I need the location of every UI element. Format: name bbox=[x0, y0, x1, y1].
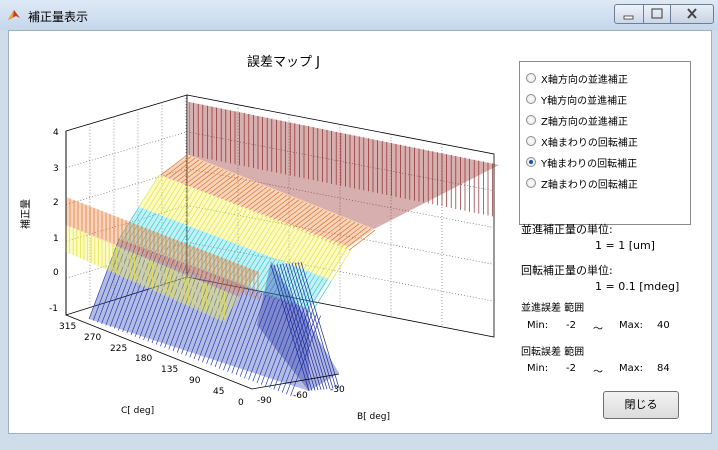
maximize-button[interactable] bbox=[643, 4, 671, 24]
radio-x-rotation[interactable]: X軸まわりの回転補正 bbox=[526, 131, 638, 151]
rotation-unit-label: 回転補正量の単位: bbox=[521, 264, 613, 277]
rotation-unit-value: 1 = 0.1 [mdeg] bbox=[595, 280, 680, 293]
client-area: 誤差マップ J 4 3 2 1 0 -1 補正量 315 270 225 180… bbox=[8, 30, 712, 434]
z-tick-4: 4 bbox=[53, 128, 59, 138]
z-axis-label: 補正量 bbox=[19, 199, 32, 229]
c-axis-label: C[ deg] bbox=[121, 406, 154, 416]
radio-label: Z軸方向の並進補正 bbox=[541, 116, 628, 128]
minimize-button[interactable] bbox=[614, 4, 644, 24]
radio-y-translation[interactable]: Y軸方向の並進補正 bbox=[526, 89, 627, 109]
c-tick-270: 270 bbox=[84, 333, 101, 343]
rotation-min-label: Min: bbox=[527, 363, 549, 374]
surface-plot: 4 3 2 1 0 -1 補正量 315 270 225 180 135 90 … bbox=[19, 94, 499, 422]
maximize-icon bbox=[651, 8, 663, 19]
radio-z-translation[interactable]: Z軸方向の並進補正 bbox=[526, 110, 628, 130]
radio-button-icon[interactable] bbox=[526, 73, 536, 83]
z-tick-0: 0 bbox=[53, 268, 59, 278]
translation-tilde: 〜 bbox=[593, 324, 603, 335]
radio-z-rotation[interactable]: Z軸まわりの回転補正 bbox=[526, 173, 638, 193]
translation-max-value: 40 bbox=[657, 320, 670, 331]
radio-button-icon[interactable] bbox=[526, 136, 536, 146]
radio-button-icon[interactable] bbox=[526, 94, 536, 104]
c-tick-315: 315 bbox=[59, 322, 76, 332]
translation-range-label: 並進誤差 範囲 bbox=[521, 303, 585, 314]
c-tick-90: 90 bbox=[189, 376, 201, 386]
close-icon bbox=[687, 8, 697, 19]
radio-label: X軸まわりの回転補正 bbox=[541, 137, 638, 149]
b-tick-neg30: -30 bbox=[330, 385, 345, 395]
app-window: 補正量表示 誤差マップ J 4 3 2 1 0 -1 補正量 315 270 2… bbox=[0, 0, 718, 450]
translation-min-value: -2 bbox=[566, 320, 576, 331]
radio-label: Z軸まわりの回転補正 bbox=[541, 179, 638, 191]
correction-type-group: X軸方向の並進補正 Y軸方向の並進補正 Z軸方向の並進補正 X軸まわりの回転補正… bbox=[519, 61, 691, 225]
title-bar[interactable]: 補正量表示 bbox=[0, 0, 718, 30]
matlab-app-icon bbox=[8, 10, 20, 20]
rotation-max-value: 84 bbox=[657, 363, 670, 374]
translation-min-label: Min: bbox=[527, 320, 549, 331]
c-tick-0: 0 bbox=[238, 398, 244, 408]
minimize-icon bbox=[623, 15, 634, 20]
rotation-min-value: -2 bbox=[566, 363, 576, 374]
translation-unit-label: 並進補正量の単位: bbox=[521, 223, 613, 236]
translation-unit-value: 1 = 1 [um] bbox=[595, 239, 655, 252]
radio-button-icon[interactable] bbox=[526, 178, 536, 188]
radio-button-icon[interactable] bbox=[526, 115, 536, 125]
window-title: 補正量表示 bbox=[28, 10, 89, 24]
close-button[interactable]: 閉じる bbox=[603, 391, 679, 419]
b-tick-neg60: -60 bbox=[293, 391, 308, 401]
translation-max-label: Max: bbox=[619, 320, 644, 331]
close-window-button[interactable] bbox=[670, 4, 714, 24]
z-tick-neg1: -1 bbox=[49, 304, 58, 314]
b-axis-label: B[ deg] bbox=[357, 412, 390, 422]
rotation-max-label: Max: bbox=[619, 363, 644, 374]
c-tick-45: 45 bbox=[213, 387, 224, 397]
z-tick-2: 2 bbox=[53, 198, 59, 208]
rotation-range-label: 回転誤差 範囲 bbox=[521, 347, 585, 358]
radio-label: X軸方向の並進補正 bbox=[541, 74, 628, 86]
radio-y-rotation[interactable]: Y軸まわりの回転補正 bbox=[526, 152, 637, 172]
radio-label: Y軸方向の並進補正 bbox=[541, 95, 628, 107]
b-tick-neg90: -90 bbox=[257, 396, 272, 406]
radio-button-icon-selected[interactable] bbox=[526, 157, 536, 167]
c-tick-180: 180 bbox=[135, 354, 152, 364]
c-tick-225: 225 bbox=[110, 344, 127, 354]
radio-label: Y軸まわりの回転補正 bbox=[541, 158, 638, 170]
radio-x-translation[interactable]: X軸方向の並進補正 bbox=[526, 68, 628, 88]
rotation-tilde: 〜 bbox=[593, 367, 603, 378]
c-tick-135: 135 bbox=[161, 365, 178, 375]
z-tick-3: 3 bbox=[53, 164, 59, 174]
z-tick-1: 1 bbox=[53, 234, 59, 244]
